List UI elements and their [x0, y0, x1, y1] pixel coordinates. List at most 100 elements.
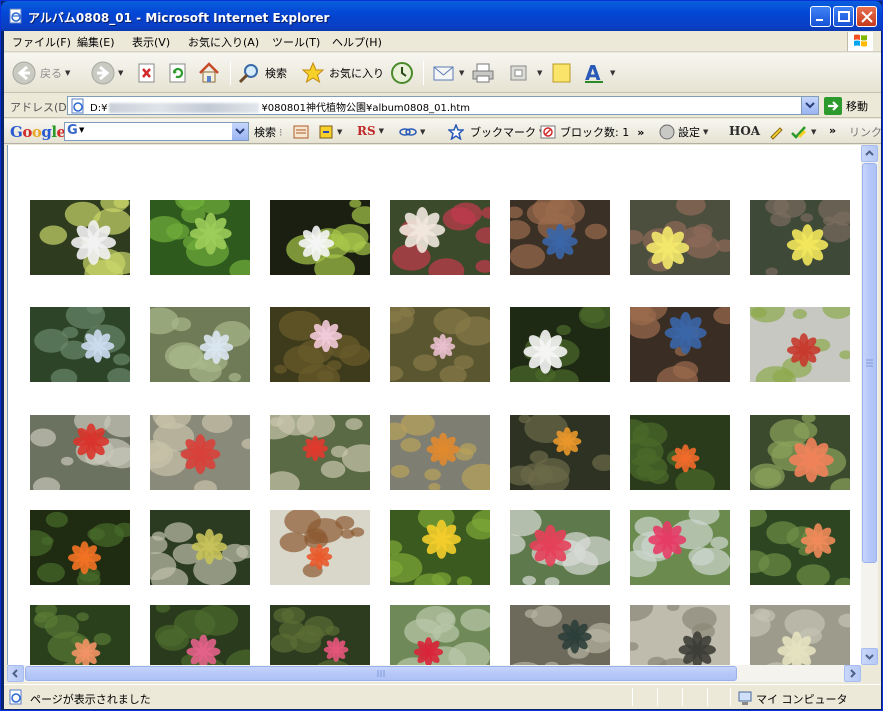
- photo-thumbnail-lily-pond-wide[interactable]: [390, 307, 490, 382]
- edit-dropdown-icon[interactable]: ▼: [537, 69, 542, 77]
- photo-thumbnail-greenhouse-people[interactable]: [150, 415, 250, 490]
- chevron-more-icon[interactable]: »: [637, 126, 644, 139]
- scroll-right-button[interactable]: [844, 665, 861, 682]
- photo-thumbnail-salmon-rose[interactable]: [750, 510, 850, 585]
- scroll-up-button[interactable]: [861, 145, 878, 162]
- go-button[interactable]: 移動: [824, 97, 868, 115]
- photo-thumbnail-orange-begonia[interactable]: [630, 415, 730, 490]
- photo-thumbnail-person-greenhouse[interactable]: [150, 510, 250, 585]
- menu-help[interactable]: ヘルプ(H): [332, 34, 382, 50]
- photo-thumbnail-red-rose-field[interactable]: [390, 605, 490, 665]
- refresh-button[interactable]: [167, 59, 189, 87]
- photo-thumbnail-venus-flytrap[interactable]: [750, 307, 850, 382]
- rs-dropdown-icon[interactable]: ▼: [379, 127, 384, 135]
- photo-thumbnail-yellow-lily-pond[interactable]: [630, 200, 730, 275]
- bookmark-button[interactable]: ブックマーク▼: [448, 124, 544, 140]
- settings-dropdown-icon[interactable]: ▼: [703, 128, 708, 136]
- close-button[interactable]: [856, 6, 877, 27]
- home-button[interactable]: [197, 59, 221, 87]
- photo-thumbnail-salmon-begonias[interactable]: [750, 415, 850, 490]
- title-bar[interactable]: アルバム0808_01 - Microsoft Internet Explore…: [1, 1, 882, 31]
- spellcheck-button[interactable]: ▼: [790, 124, 816, 140]
- google-search-input[interactable]: G ▼: [64, 122, 249, 141]
- highlight-button[interactable]: [768, 124, 784, 140]
- forward-dropdown-icon[interactable]: ▼: [118, 69, 123, 77]
- stop-button[interactable]: [136, 59, 158, 87]
- popup-dropdown-icon[interactable]: ▼: [337, 128, 342, 136]
- photo-thumbnail-pink-yellow-rose-garden[interactable]: [510, 510, 610, 585]
- photo-thumbnail-pink-rose-building[interactable]: [630, 510, 730, 585]
- photo-thumbnail-pink-rose-close[interactable]: [270, 605, 370, 665]
- photo-thumbnail-pink-water-lily[interactable]: [270, 307, 370, 382]
- scroll-left-button[interactable]: [7, 665, 24, 682]
- menu-favorites[interactable]: お気に入り(A): [188, 34, 259, 50]
- address-input[interactable]: D:¥ ¥080801神代植物公園¥album0808_01.htm: [67, 96, 819, 115]
- forward-button[interactable]: ▼: [91, 59, 123, 87]
- photo-thumbnail-bicycle-dark[interactable]: [510, 605, 610, 665]
- settings-button[interactable]: 設定 ▼: [659, 124, 708, 140]
- links-button[interactable]: リンク: [849, 124, 882, 140]
- google-g-icon[interactable]: G: [67, 123, 78, 138]
- photo-thumbnail-lily-pads[interactable]: [150, 200, 250, 275]
- mail-dropdown-icon[interactable]: ▼: [459, 69, 464, 77]
- photo-thumbnail-white-water-lily[interactable]: [270, 200, 370, 275]
- google-search-button[interactable]: 検索 ⁝: [254, 124, 283, 140]
- print-button[interactable]: [471, 59, 495, 87]
- google-input-dropdown[interactable]: [232, 123, 248, 140]
- google-g-dropdown-icon[interactable]: ▼: [79, 126, 84, 134]
- photo-thumbnail-yellow-water-lily[interactable]: [750, 200, 850, 275]
- photo-thumbnail-bicycle-cream[interactable]: [750, 605, 850, 665]
- photo-thumbnail-white-star-lily[interactable]: [510, 307, 610, 382]
- news-button[interactable]: [293, 124, 309, 140]
- menu-tools[interactable]: ツール(T): [272, 34, 320, 50]
- edit-button[interactable]: ▼: [509, 59, 542, 87]
- block-counter[interactable]: ブロック数: 1 »: [540, 124, 644, 140]
- page-viewport[interactable]: [7, 145, 861, 665]
- history-button[interactable]: [390, 59, 414, 87]
- more-chevron[interactable]: »: [829, 124, 836, 137]
- send-dropdown-icon[interactable]: ▼: [420, 128, 425, 136]
- translate-dropdown-icon[interactable]: ▼: [610, 69, 615, 77]
- horizontal-scrollbar[interactable]: [7, 665, 861, 682]
- search-button[interactable]: 検索: [237, 59, 287, 87]
- menu-view[interactable]: 表示(V): [132, 34, 170, 50]
- photo-thumbnail-blue-water-lily[interactable]: [30, 307, 130, 382]
- photo-thumbnail-greenhouse-flowers[interactable]: [270, 415, 370, 490]
- photo-thumbnail-greenhouse-begonias[interactable]: [30, 415, 130, 490]
- spellcheck-dropdown-icon[interactable]: ▼: [811, 128, 816, 136]
- menu-edit[interactable]: 編集(E): [77, 34, 115, 50]
- hoa-button[interactable]: HOA: [729, 124, 760, 138]
- horizontal-scroll-thumb[interactable]: [25, 666, 737, 681]
- vertical-scroll-thumb[interactable]: [862, 163, 877, 563]
- vertical-scrollbar[interactable]: [861, 145, 878, 665]
- minimize-button[interactable]: [810, 6, 831, 27]
- photo-thumbnail-bicycle-gray[interactable]: [630, 605, 730, 665]
- popup-button[interactable]: ▼: [318, 124, 342, 140]
- photo-thumbnail-orange-begonia-close[interactable]: [30, 510, 130, 585]
- photo-thumbnail-water-lily-white-floating[interactable]: [30, 200, 130, 275]
- photo-thumbnail-peach-rose[interactable]: [30, 605, 130, 665]
- send-button[interactable]: ▼: [399, 124, 425, 140]
- photo-thumbnail-hanging-pots[interactable]: [270, 510, 370, 585]
- photo-thumbnail-dark-flower-petals-2[interactable]: [630, 307, 730, 382]
- address-dropdown-button[interactable]: [801, 97, 818, 114]
- photo-thumbnail-red-pink-flower[interactable]: [390, 200, 490, 275]
- back-button[interactable]: 戻る ▼: [12, 59, 70, 87]
- menu-file[interactable]: ファイル(F): [12, 34, 71, 50]
- back-dropdown-icon[interactable]: ▼: [65, 69, 70, 77]
- photo-thumbnail-hanging-begonia[interactable]: [390, 415, 490, 490]
- security-zone[interactable]: マイ コンピュータ: [738, 691, 848, 707]
- note-button[interactable]: [551, 59, 573, 87]
- scroll-down-button[interactable]: [861, 648, 878, 665]
- photo-thumbnail-yellow-daylilies[interactable]: [390, 510, 490, 585]
- photo-thumbnail-dark-flower-petals[interactable]: [510, 200, 610, 275]
- address-prefix: D:¥: [90, 103, 108, 114]
- photo-thumbnail-blue-lilies-pond[interactable]: [150, 307, 250, 382]
- translate-button[interactable]: A ▼: [583, 59, 615, 87]
- maximize-button[interactable]: [833, 6, 854, 27]
- favorites-button[interactable]: お気に入り: [301, 59, 384, 87]
- mail-button[interactable]: ▼: [432, 59, 464, 87]
- rs-button[interactable]: RS ▼: [357, 124, 384, 138]
- photo-thumbnail-pink-rose[interactable]: [150, 605, 250, 665]
- photo-thumbnail-hanging-orange-begonia[interactable]: [510, 415, 610, 490]
